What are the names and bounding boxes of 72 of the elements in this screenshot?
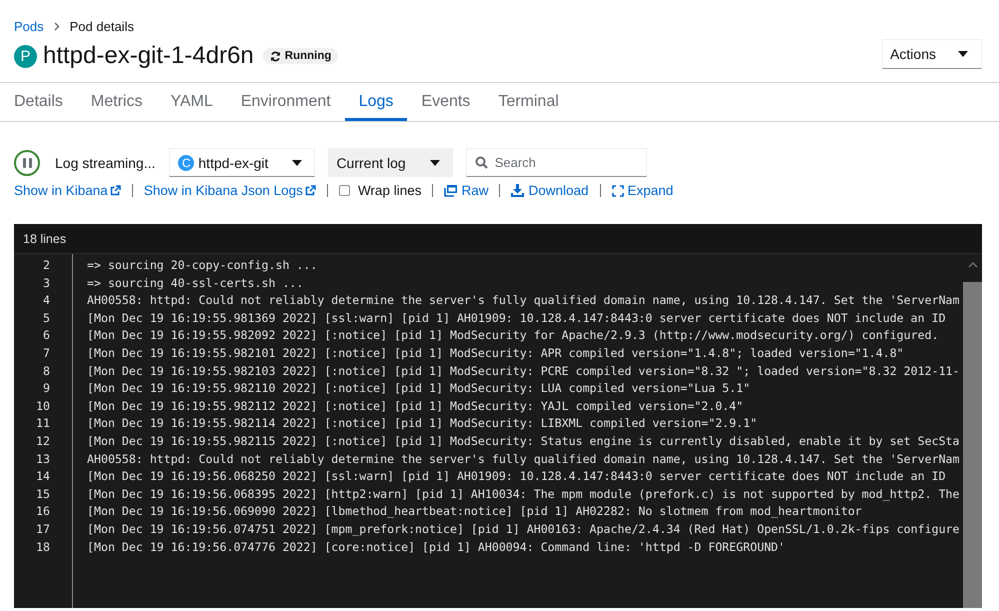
pause-button[interactable]: [14, 150, 40, 176]
log-line: AH00558: httpd: Could not reliably determine the server's fully qualified domain name, using 10.128.4.147. Set the 'ServerNam: [87, 450, 961, 468]
line-number: 12: [35, 432, 51, 450]
log-line: [Mon Dec 19 16:19:56.068395 2022] [http2:warn] [pid 1] AH10034: The mpm module (prefork.c) is not supported by mod_http2. The: [87, 486, 961, 503]
line-number: 17: [35, 520, 51, 538]
line-number: 15: [35, 486, 51, 503]
log-line: [Mon Dec 19 16:19:55.981369 2022] [ssl:warn] [pid 1] AH01909: 10.128.4.147:8443:0 server certificate does NOT include an ID: [87, 310, 947, 327]
log-line: [Mon Dec 19 16:19:55.982114 2022] [:notice] [pid 1] ModSecurity: LIBXML compiled version="2.9.1": [87, 415, 758, 432]
tab[interactable]: Logs: [344, 83, 408, 121]
line-number: 14: [35, 468, 51, 486]
tab[interactable]: Events: [407, 83, 484, 121]
container-dropdown[interactable]: C httpd-ex-git: [169, 148, 316, 177]
tab[interactable]: Environment: [226, 83, 345, 121]
line-number: 2: [42, 257, 51, 274]
sync-icon: [270, 50, 281, 62]
log-line: [Mon Dec 19 16:19:55.982092 2022] [:notice] [pid 1] ModSecurity for Apache/2.9.3 (http://www.modsecurity.org/) configured.: [87, 327, 940, 344]
checkbox-label: Wrap lines: [358, 183, 422, 198]
line-number: 3: [42, 274, 51, 292]
download-link[interactable]: Download: [511, 183, 589, 198]
expand-icon: [612, 184, 624, 196]
external-link-icon: [110, 185, 121, 196]
log-line: [Mon Dec 19 16:19:56.074776 2022] [core:notice] [pid 1] AH00094: Command line: 'httpd -D FOREGROUND': [87, 538, 786, 556]
scrollbar-thumb[interactable]: [963, 282, 982, 608]
log-type-dropdown[interactable]: Current log: [328, 148, 453, 177]
chevron-icon: [54, 22, 60, 30]
log-line: [Mon Dec 19 16:19:55.982112 2022] [:notice] [pid 1] ModSecurity: YAJL compiled version="2.0.4": [87, 398, 744, 415]
scroll-up-icon[interactable]: [968, 262, 978, 268]
pod-title: httpd-ex-git-1-4dr6n: [43, 42, 254, 70]
kibana-link[interactable]: Show in Kibana Json Logs: [144, 183, 316, 198]
log-line: [Mon Dec 19 16:19:55.982101 2022] [:notice] [pid 1] ModSecurity: APR compiled version="1.4.8"; loaded version="1.4.8": [87, 344, 905, 362]
log-line: [Mon Dec 19 16:19:56.074751 2022] [mpm_prefork:notice] [pid 1] AH00163: Apache/2.4.34 (Red Hat) OpenSSL/1.0.2k-fips configure: [87, 520, 961, 538]
log-line: [Mon Dec 19 16:19:55.982110 2022] [:notice] [pid 1] ModSecurity: LUA compiled version="Lua 5.1": [87, 380, 752, 398]
log-line: [Mon Dec 19 16:19:56.069090 2022] [lbmethod_heartbeat:notice] [pid 1] AH02282: No slotmem from mod_heartmonitor: [87, 503, 863, 520]
tab[interactable]: Details: [0, 83, 77, 121]
raw-link[interactable]: Raw: [444, 183, 488, 198]
external-link-icon: [304, 185, 316, 196]
caret-icon: [958, 51, 968, 57]
download-icon: [511, 184, 524, 197]
line-number: 7: [42, 344, 51, 362]
tab[interactable]: Metrics: [76, 83, 156, 121]
kibana-link[interactable]: Show in Kibana: [14, 183, 121, 198]
breadcrumb-current: Pod details: [70, 18, 134, 34]
caret-icon: [430, 160, 440, 166]
tab[interactable]: Terminal: [484, 83, 573, 121]
log-line: => sourcing 40-ssl-certs.sh ...: [87, 274, 304, 292]
wrap-lines-checkbox[interactable]: [338, 185, 350, 196]
log-line: [Mon Dec 19 16:19:56.068250 2022] [ssl:warn] [pid 1] AH01909: 10.128.4.147:8443:0 server certificate does NOT include an ID: [87, 468, 947, 486]
line-number: 13: [35, 450, 51, 468]
line-number: 6: [42, 327, 51, 344]
line-number: 11: [35, 415, 51, 432]
log-line: [Mon Dec 19 16:19:55.982103 2022] [:notice] [pid 1] ModSecurity: PCRE compiled version="8.32 "; loaded version="8.32 2012-11-: [87, 362, 961, 380]
streaming-status: Log streaming...: [55, 154, 156, 170]
log-line: => sourcing 20-copy-config.sh ...: [87, 257, 318, 274]
log-line: [Mon Dec 19 16:19:55.982115 2022] [:notice] [pid 1] ModSecurity: Status engine is currently disabled, enable it by set SecSta: [87, 432, 961, 450]
line-number: 8: [42, 362, 51, 380]
status-badge: Running: [262, 48, 338, 64]
pod-badge: P: [14, 44, 37, 68]
tab[interactable]: YAML: [156, 83, 227, 121]
line-number: 5: [42, 310, 51, 327]
line-number: 9: [42, 380, 51, 398]
line-number: 10: [35, 398, 51, 415]
breadcrumb-link[interactable]: Pods: [14, 18, 44, 34]
log-line: AH00558: httpd: Could not reliably determine the server's fully qualified domain name, using 10.128.4.147. Set the 'ServerNam: [87, 292, 961, 310]
line-number: 16: [35, 503, 51, 520]
expand-link[interactable]: Expand: [612, 183, 674, 198]
actions-dropdown[interactable]: Actions: [882, 39, 982, 69]
container-badge: C: [178, 154, 194, 170]
line-number: 4: [42, 292, 51, 310]
windows-icon: [444, 184, 458, 196]
search-field[interactable]: Search: [466, 148, 647, 177]
caret-icon: [292, 160, 302, 166]
line-number: 18: [35, 538, 51, 556]
